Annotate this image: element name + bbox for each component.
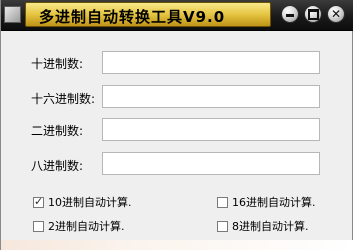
octal-input[interactable]	[102, 152, 320, 175]
auto-calc-10-label: 10进制自动计算.	[48, 196, 132, 209]
binary-input[interactable]	[102, 118, 320, 141]
auto-calc-2-label: 2进制自动计算.	[48, 220, 125, 233]
close-icon: ✕	[330, 7, 342, 21]
decimal-label: 十进制数:	[31, 57, 84, 71]
auto-calc-2-option[interactable]: 2进制自动计算.	[33, 218, 125, 234]
auto-calc-8-label: 8进制自动计算.	[232, 220, 309, 233]
auto-calc-16-label: 16进制自动计算.	[232, 196, 316, 209]
hex-input[interactable]	[102, 85, 320, 108]
minimize-button[interactable]	[281, 5, 299, 23]
minimize-icon	[286, 14, 294, 17]
window-title: 多进制自动转换工具V9.0	[39, 8, 226, 26]
checkmark-icon: ✓	[34, 194, 44, 208]
auto-calc-16-option[interactable]: 16进制自动计算.	[217, 194, 316, 210]
auto-calc-10-option[interactable]: ✓ 10进制自动计算.	[33, 194, 132, 210]
binary-label: 二进制数:	[31, 124, 84, 138]
auto-calc-8-option[interactable]: 8进制自动计算.	[217, 218, 309, 234]
maximize-icon	[307, 8, 319, 20]
bottom-edge	[1, 240, 353, 250]
maximize-button[interactable]	[304, 5, 322, 23]
app-window: 多进制自动转换工具V9.0 ✕ 十进制数: 十六进制数: 二进制数: 八进制数:…	[0, 0, 353, 250]
decimal-input[interactable]	[102, 51, 320, 74]
auto-calc-8-checkbox[interactable]	[217, 220, 228, 232]
close-button[interactable]: ✕	[327, 5, 345, 23]
octal-label: 八进制数:	[31, 159, 84, 173]
auto-calc-2-checkbox[interactable]	[33, 220, 44, 232]
auto-calc-16-checkbox[interactable]	[217, 196, 228, 208]
app-icon[interactable]	[4, 6, 21, 23]
auto-calc-10-checkbox[interactable]: ✓	[33, 194, 44, 208]
title-bar[interactable]: 多进制自动转换工具V9.0 ✕	[1, 0, 353, 31]
hex-label: 十六进制数:	[31, 92, 96, 106]
